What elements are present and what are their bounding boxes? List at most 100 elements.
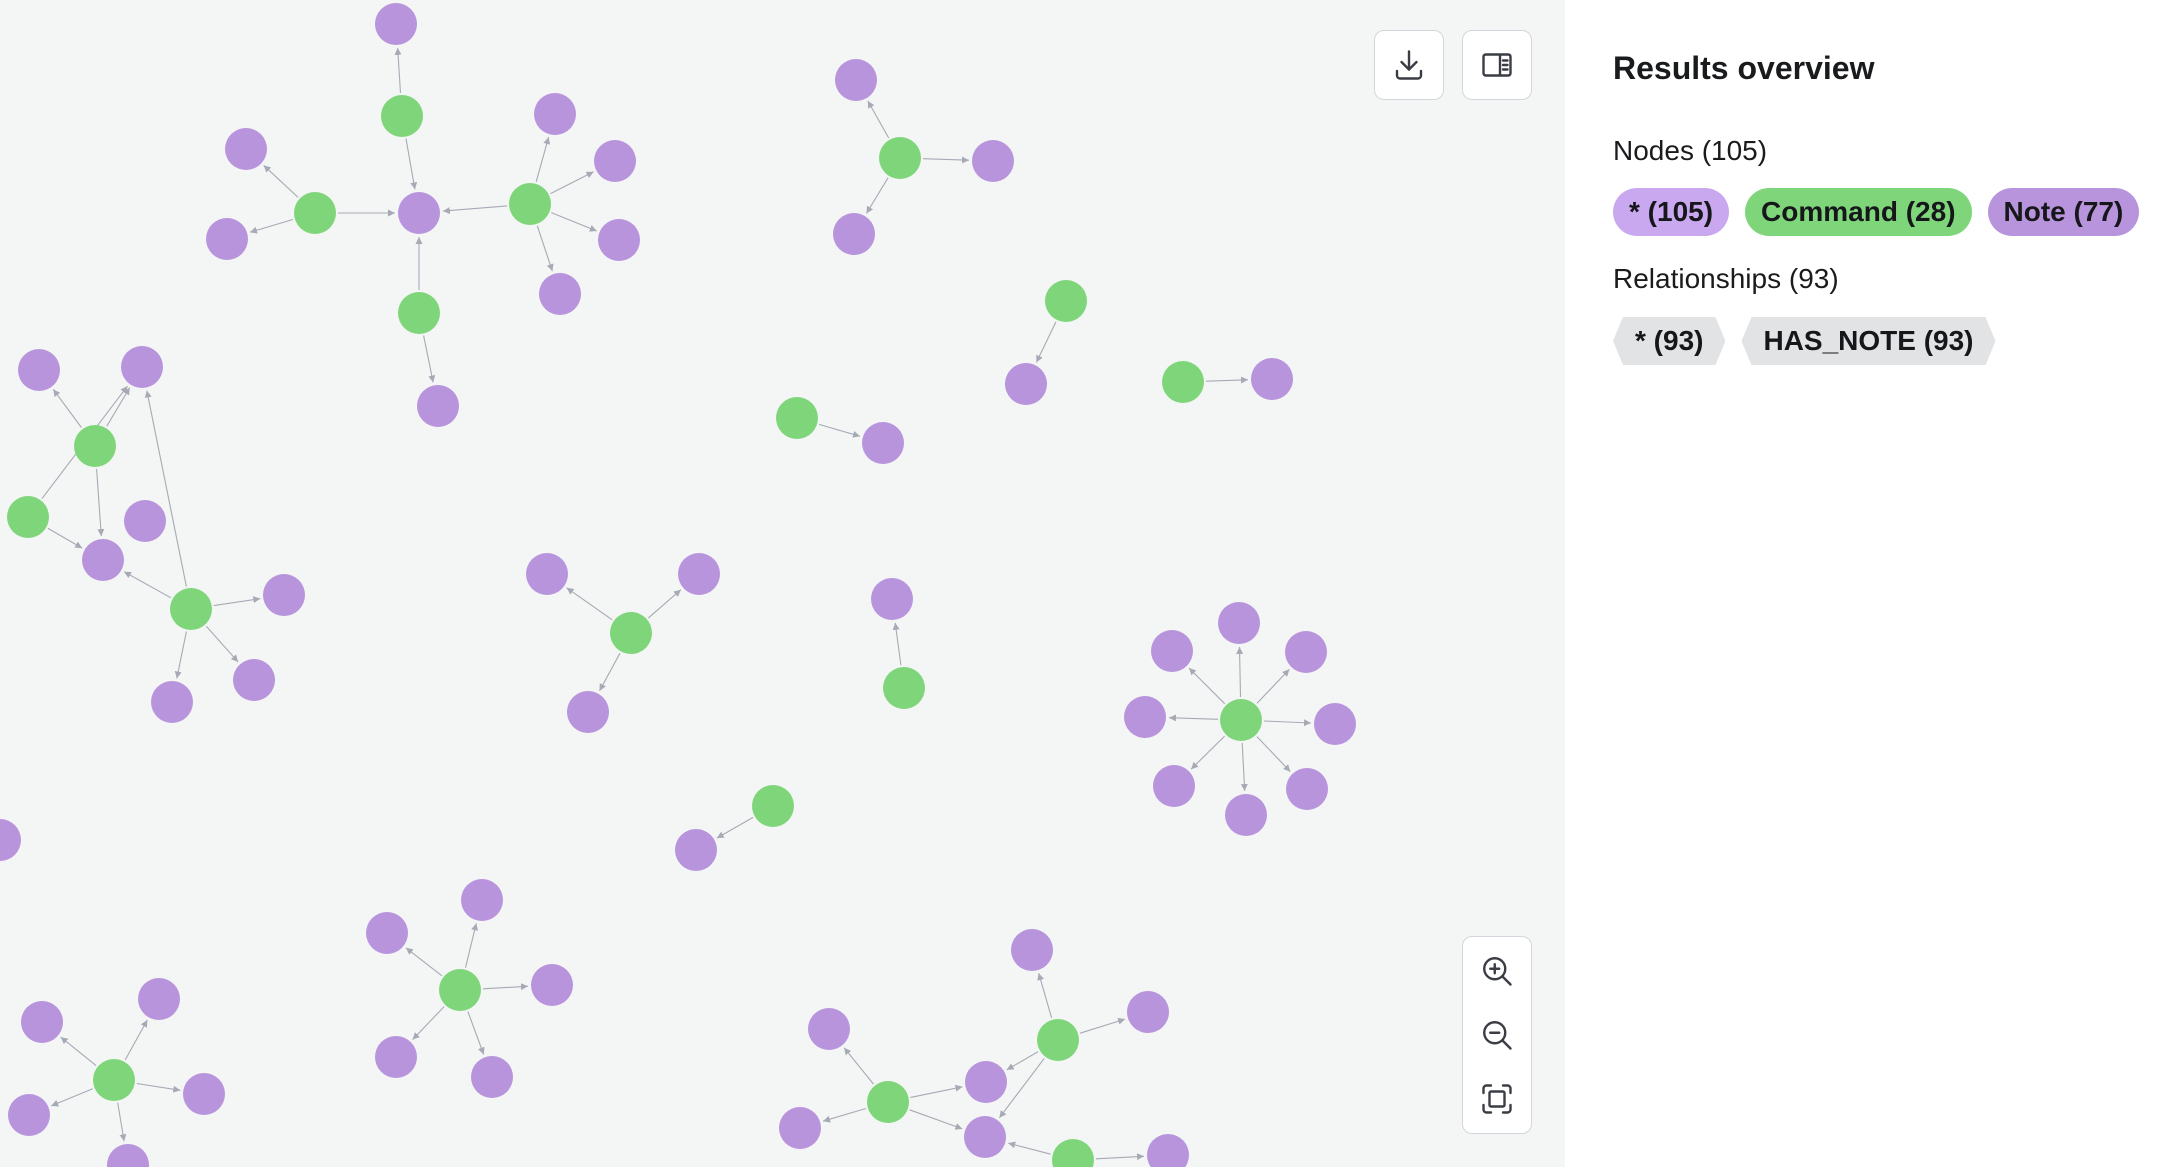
note-node[interactable] (263, 574, 305, 616)
relationship-edge[interactable] (249, 218, 294, 234)
relationship-edge[interactable] (482, 983, 529, 991)
command-node[interactable] (93, 1059, 135, 1101)
note-node[interactable] (675, 829, 717, 871)
note-node[interactable] (1225, 794, 1267, 836)
note-node[interactable] (539, 273, 581, 315)
command-node[interactable] (1037, 1019, 1079, 1061)
note-node[interactable] (1218, 602, 1260, 644)
relationship-edge[interactable] (1008, 1141, 1051, 1155)
relationship-edge[interactable] (1188, 667, 1226, 705)
command-node[interactable] (7, 496, 49, 538)
note-node[interactable] (1011, 929, 1053, 971)
note-node[interactable] (8, 1094, 50, 1136)
note-node[interactable] (233, 659, 275, 701)
chip-all-relationships[interactable]: * (93) (1613, 317, 1725, 365)
note-node[interactable] (21, 1001, 63, 1043)
note-node[interactable] (871, 578, 913, 620)
note-node[interactable] (206, 218, 248, 260)
relationship-edge[interactable] (1263, 719, 1312, 727)
note-node[interactable] (375, 3, 417, 45)
note-node[interactable] (598, 219, 640, 261)
note-node[interactable] (862, 422, 904, 464)
note-node[interactable] (225, 128, 267, 170)
command-node[interactable] (1162, 361, 1204, 403)
command-node[interactable] (867, 1081, 909, 1123)
relationship-edge[interactable] (394, 47, 402, 94)
relationship-edge[interactable] (50, 1088, 93, 1107)
note-node[interactable] (1153, 765, 1195, 807)
relationship-edge[interactable] (1190, 735, 1225, 770)
relationship-edge[interactable] (467, 1011, 485, 1055)
relationship-edge[interactable] (1240, 742, 1248, 792)
command-node[interactable] (381, 95, 423, 137)
command-node[interactable] (879, 137, 921, 179)
note-node[interactable] (124, 500, 166, 542)
command-node[interactable] (1045, 280, 1087, 322)
note-node[interactable] (471, 1056, 513, 1098)
note-node[interactable] (1286, 768, 1328, 810)
command-node[interactable] (610, 612, 652, 654)
relationship-edge[interactable] (117, 1102, 127, 1142)
note-node[interactable] (531, 964, 573, 1006)
chip-command[interactable]: Command (28) (1745, 188, 1972, 236)
relationship-edge[interactable] (52, 388, 82, 428)
relationship-edge[interactable] (1095, 1153, 1145, 1161)
relationship-edge[interactable] (1205, 376, 1249, 384)
note-node[interactable] (1124, 696, 1166, 738)
note-node[interactable] (1285, 631, 1327, 673)
command-node[interactable] (170, 588, 212, 630)
command-node[interactable] (509, 183, 551, 225)
relationship-edge[interactable] (550, 171, 594, 195)
note-node[interactable] (138, 978, 180, 1020)
note-node[interactable] (18, 349, 60, 391)
note-node[interactable] (82, 539, 124, 581)
relationship-edge[interactable] (412, 1006, 445, 1040)
fit-to-screen-button[interactable] (1463, 1069, 1530, 1129)
relationship-edge[interactable] (136, 1082, 181, 1093)
relationship-edge[interactable] (648, 589, 682, 619)
note-node[interactable] (398, 192, 440, 234)
relationship-edge[interactable] (423, 335, 436, 383)
note-node[interactable] (1005, 363, 1047, 405)
relationship-edge[interactable] (213, 596, 261, 607)
relationship-edge[interactable] (716, 816, 754, 839)
note-node[interactable] (965, 1061, 1007, 1103)
relationship-edge[interactable] (865, 177, 889, 214)
relationship-edge[interactable] (124, 1019, 148, 1061)
relationship-edge[interactable] (551, 212, 598, 232)
relationship-edge[interactable] (843, 1047, 874, 1085)
note-node[interactable] (183, 1073, 225, 1115)
relationship-edge[interactable] (405, 947, 443, 977)
command-node[interactable] (294, 192, 336, 234)
graph-visualization[interactable] (0, 0, 1565, 1167)
note-node[interactable] (1314, 703, 1356, 745)
command-node[interactable] (776, 397, 818, 439)
note-node[interactable] (121, 346, 163, 388)
chip-has-note[interactable]: HAS_NOTE (93) (1741, 317, 1995, 365)
command-node[interactable] (439, 969, 481, 1011)
note-node[interactable] (1151, 630, 1193, 672)
note-node[interactable] (779, 1107, 821, 1149)
note-node[interactable] (375, 1036, 417, 1078)
zoom-in-button[interactable] (1463, 941, 1530, 1001)
relationship-edge[interactable] (1256, 736, 1291, 773)
relationship-edge[interactable] (922, 156, 970, 164)
note-node[interactable] (678, 553, 720, 595)
relationship-edge[interactable] (1079, 1017, 1126, 1034)
note-node[interactable] (107, 1144, 149, 1167)
relationship-edge[interactable] (1037, 972, 1053, 1019)
relationship-edge[interactable] (909, 1109, 963, 1130)
relationship-edge[interactable] (60, 1036, 97, 1067)
graph-canvas[interactable] (0, 0, 1565, 1167)
note-node[interactable] (567, 691, 609, 733)
relationship-edge[interactable] (1035, 321, 1057, 363)
note-node[interactable] (1127, 991, 1169, 1033)
command-node[interactable] (1220, 699, 1262, 741)
command-node[interactable] (1052, 1139, 1094, 1167)
zoom-out-button[interactable] (1463, 1005, 1530, 1065)
relationship-edge[interactable] (892, 622, 902, 666)
relationship-edge[interactable] (910, 1084, 963, 1098)
relationship-edge[interactable] (1006, 1051, 1039, 1071)
note-node[interactable] (808, 1008, 850, 1050)
relationship-edge[interactable] (123, 571, 172, 599)
